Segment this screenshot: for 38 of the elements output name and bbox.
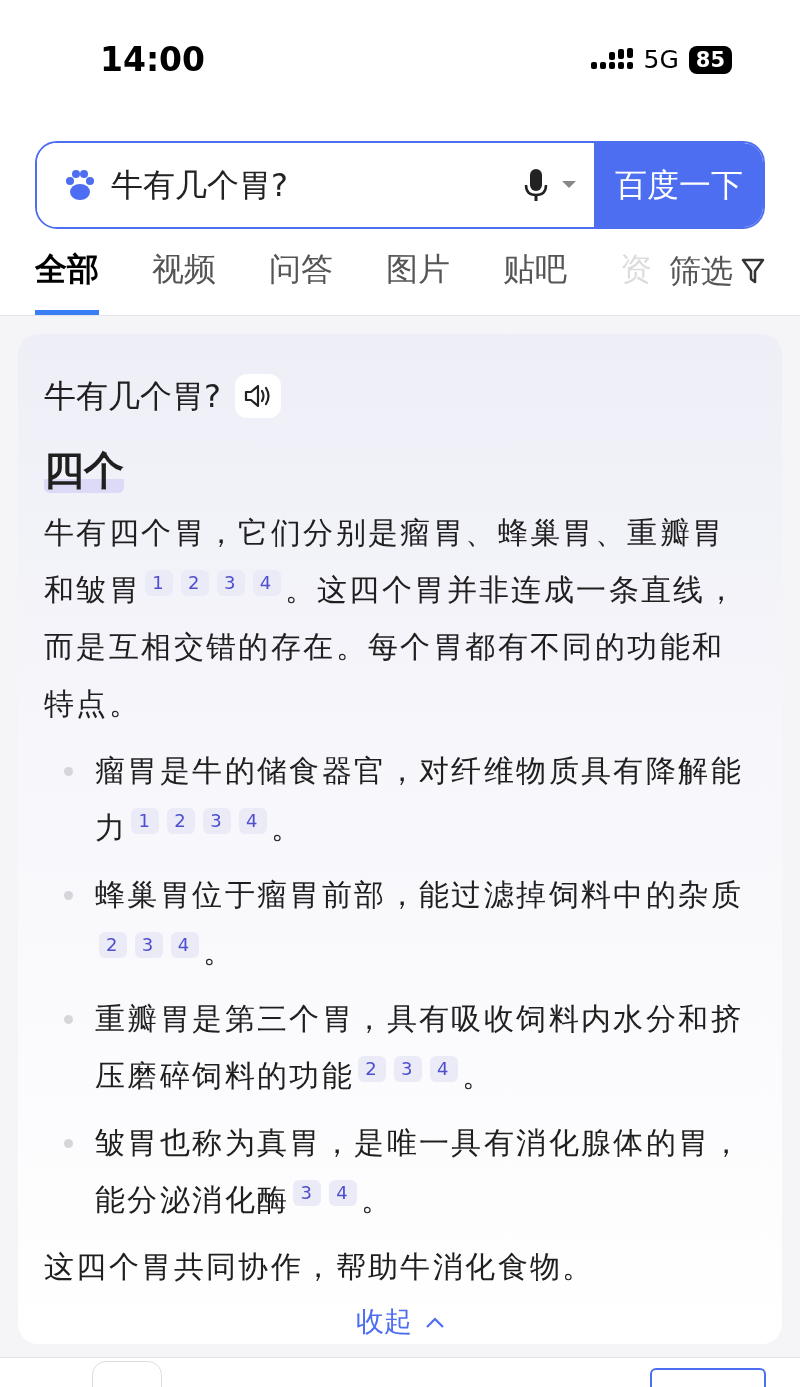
filter-icon [741, 258, 765, 284]
answer-headline: 四个 [44, 447, 124, 493]
citation-link[interactable]: 4 [429, 1056, 458, 1082]
search-button[interactable]: 百度一下 [594, 143, 763, 227]
citation-link[interactable]: 1 [131, 808, 160, 834]
speaker-button[interactable] [235, 374, 281, 418]
tab[interactable]: 视频 [152, 245, 216, 315]
caret-icon[interactable] [562, 181, 576, 189]
paw-icon [63, 168, 97, 202]
network-label: 5G [643, 44, 679, 77]
status-time: 14:00 [100, 39, 206, 82]
question-title: 牛有几个胃? [44, 376, 221, 417]
bullet-text: 皱胃也称为真胃，是唯一具有消化腺体的胃，能分泌消化酶 $^{3}$ $^{4}$ 。 [95, 1124, 744, 1219]
tab[interactable]: 贴吧 [503, 245, 567, 315]
tab[interactable]: 问答 [269, 245, 333, 315]
speaker-icon [243, 383, 273, 409]
tab[interactable]: 图片 [386, 245, 450, 315]
search-input[interactable]: 牛有几个胃? [111, 161, 510, 209]
citation-link[interactable]: 2 [358, 1056, 387, 1082]
citation-link[interactable]: 3 [293, 1180, 322, 1206]
tab[interactable]: 全部 [35, 245, 99, 315]
citation-link[interactable]: 3 [394, 1056, 422, 1082]
microphone-icon[interactable] [524, 167, 548, 203]
citation-link[interactable]: 1 [145, 570, 174, 596]
citation-link[interactable]: 2 [181, 570, 209, 596]
collapse-link[interactable]: 收起 [356, 1301, 444, 1343]
citation-link[interactable]: 3 [216, 570, 245, 596]
citation-link[interactable]: 4 [170, 932, 199, 958]
citation-link[interactable]: 3 [203, 808, 231, 834]
citation-link[interactable]: 4 [329, 1180, 358, 1206]
citation-link[interactable]: 4 [252, 570, 281, 596]
chevron-up-icon [426, 1316, 444, 1328]
citation-link[interactable]: 2 [167, 808, 196, 834]
body-text: 这四个胃共同协作，帮助牛消化食物。 [44, 1248, 596, 1286]
citation-link[interactable]: 3 [134, 932, 163, 958]
citation-link[interactable]: 2 [99, 932, 127, 958]
battery-indicator: 85 [688, 46, 732, 74]
citation-link[interactable]: 4 [239, 808, 267, 834]
